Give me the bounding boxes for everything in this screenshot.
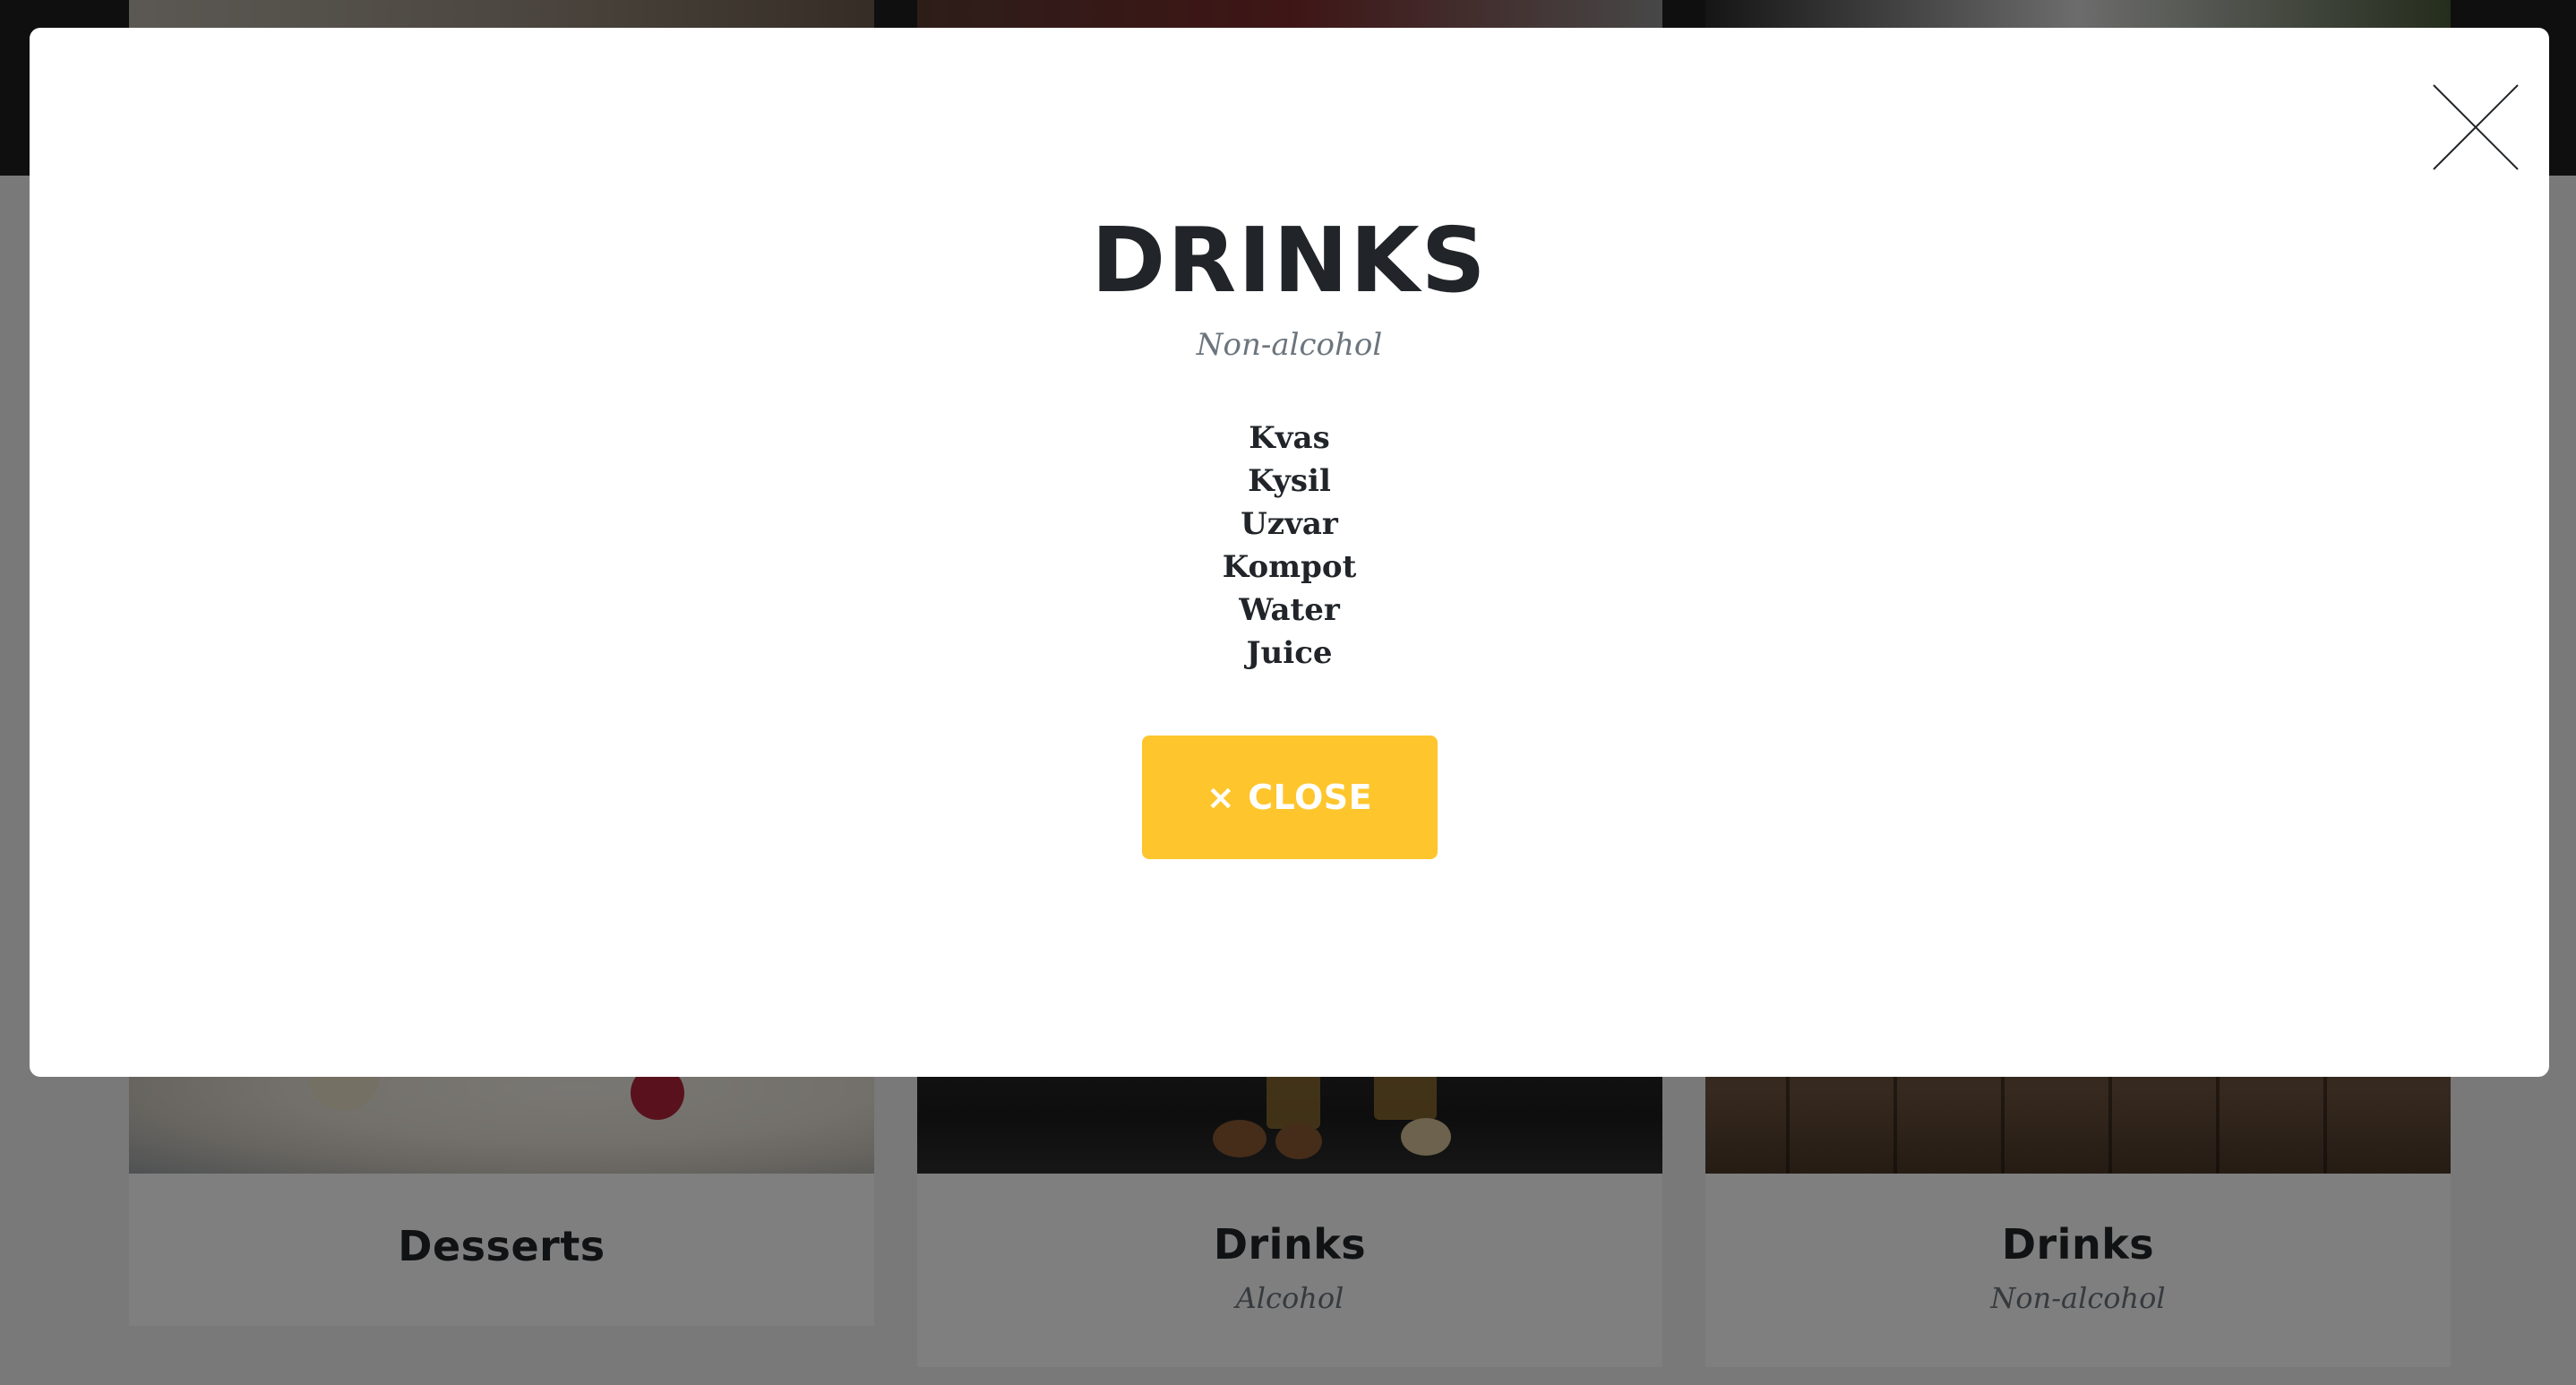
modal-subtitle: Non-alcohol (1196, 327, 1383, 363)
list-item: Water (1239, 592, 1340, 628)
list-item: Uzvar (1241, 506, 1338, 542)
close-button[interactable]: × CLOSE (1141, 736, 1438, 859)
close-button-label: CLOSE (1248, 778, 1373, 817)
modal-content: DRINKS Non-alcohol Kvas Kysil Uzvar Komp… (30, 207, 2549, 859)
list-item: Kysil (1248, 463, 1331, 499)
close-icon: × (1206, 778, 1236, 817)
close-x-icon[interactable] (2417, 69, 2534, 185)
drinks-list: Kvas Kysil Uzvar Kompot Water Juice (30, 417, 2549, 675)
portfolio-modal: DRINKS Non-alcohol Kvas Kysil Uzvar Komp… (30, 28, 2549, 1077)
modal-title: DRINKS (1091, 208, 1488, 313)
list-item: Juice (1246, 635, 1333, 671)
list-item: Kvas (1249, 420, 1330, 456)
close-x-icon (2433, 84, 2519, 170)
list-item: Kompot (1222, 549, 1357, 585)
